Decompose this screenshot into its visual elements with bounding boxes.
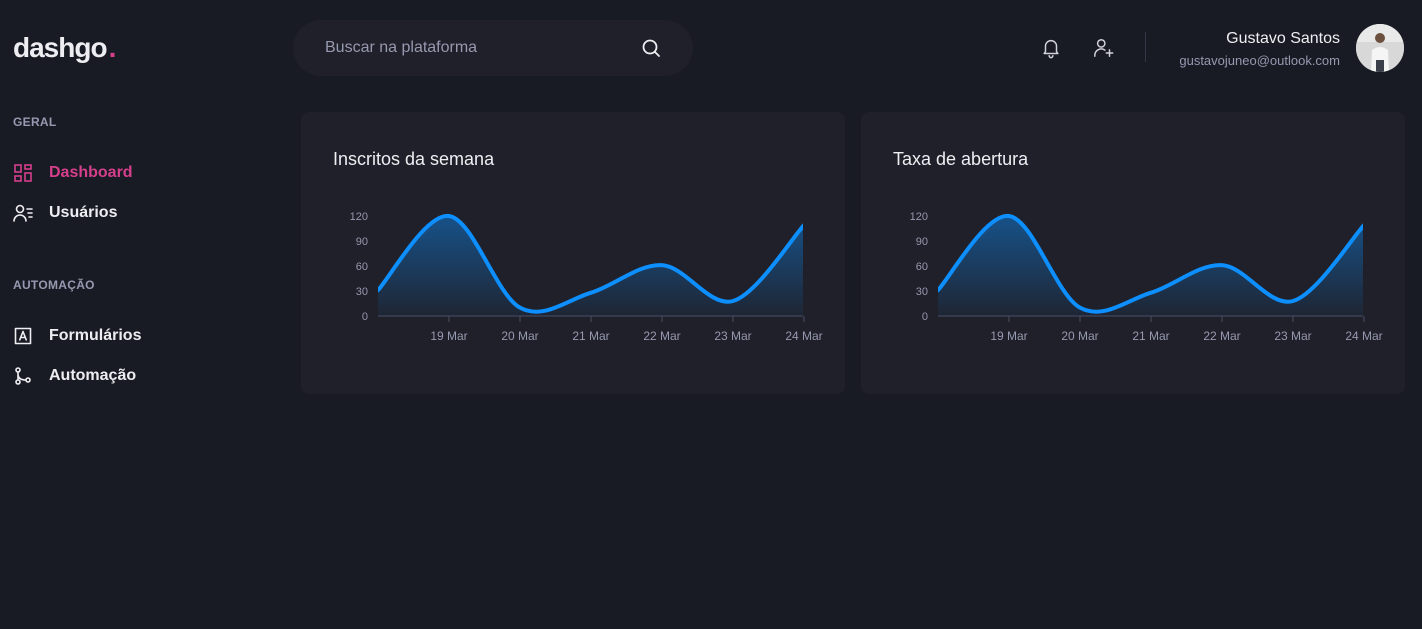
y-tick-label: 120 — [910, 211, 928, 223]
x-tick-label: 22 Mar — [643, 329, 680, 343]
area-fill — [378, 215, 803, 316]
x-tick-label: 22 Mar — [1203, 329, 1240, 343]
x-tick-label: 21 Mar — [1132, 329, 1169, 343]
header-divider — [1145, 32, 1146, 62]
y-tick-label: 120 — [350, 211, 368, 223]
profile-name: Gustavo Santos — [1226, 30, 1340, 47]
form-icon — [13, 326, 33, 346]
y-tick-label: 0 — [922, 311, 928, 323]
sidebar-item-usuarios[interactable]: Usuários — [13, 203, 117, 223]
chart-taxa-abertura: 0 30 60 90 120 19 Mar 20 Mar 21 Mar 22 Mar 23 Mar… — [910, 211, 1383, 343]
x-tick-label: 20 Mar — [501, 329, 538, 343]
x-tick-label: 19 Mar — [990, 329, 1027, 343]
users-icon — [13, 203, 33, 223]
sidebar-item-label: Automação — [49, 367, 137, 384]
x-tick-label: 21 Mar — [572, 329, 609, 343]
sidebar-item-automacao[interactable]: Automação — [13, 366, 136, 386]
search-input[interactable] — [325, 39, 641, 57]
x-tick-label: 19 Mar — [430, 329, 467, 343]
chart-card-taxa-abertura: Taxa de abertura 0 30 60 90 120 19 Mar 20 Mar 2… — [861, 112, 1405, 394]
x-tick-label: 20 Mar — [1061, 329, 1098, 343]
area-fill — [938, 215, 1363, 316]
dashboard-icon — [13, 163, 33, 183]
y-tick-label: 90 — [916, 236, 928, 248]
sidebar-item-label: Formulários — [49, 327, 142, 344]
chart-inscritos: 0 30 60 90 120 19 Mar 20 Mar 21 Mar 22 Mar 23 Mar… — [350, 211, 823, 343]
section-title-automacao: AUTOMAÇÃO — [13, 278, 95, 292]
x-tick-label: 24 Mar — [785, 329, 822, 343]
y-tick-label: 30 — [356, 286, 368, 298]
search-bar — [293, 20, 693, 76]
y-tick-label: 60 — [356, 261, 368, 273]
logo-dot: . — [108, 32, 117, 63]
avatar[interactable] — [1356, 24, 1404, 72]
logo-text: dashgo — [13, 32, 108, 63]
logo[interactable]: dashgo. — [13, 32, 117, 64]
y-tick-label: 30 — [916, 286, 928, 298]
sidebar-item-label: Dashboard — [49, 164, 133, 181]
search-icon[interactable] — [641, 38, 661, 58]
x-tick-label: 23 Mar — [714, 329, 751, 343]
chart-card-inscritos: Inscritos da semana 0 30 60 90 120 19 Mar 20 M… — [301, 112, 845, 394]
sidebar-item-label: Usuários — [49, 204, 118, 221]
add-user-icon[interactable] — [1093, 37, 1115, 59]
x-tick-label: 23 Mar — [1274, 329, 1311, 343]
y-tick-label: 90 — [356, 236, 368, 248]
y-tick-label: 0 — [362, 311, 368, 323]
sidebar-item-dashboard[interactable]: Dashboard — [13, 163, 133, 183]
notifications-icon[interactable] — [1040, 37, 1062, 59]
sidebar-item-formularios[interactable]: Formulários — [13, 326, 141, 346]
git-merge-icon — [13, 366, 33, 386]
x-tick-label: 24 Mar — [1345, 329, 1382, 343]
y-tick-label: 60 — [916, 261, 928, 273]
profile-email: gustavojuneo@outlook.com — [1179, 53, 1340, 68]
header: dashgo. Gustavo Santos gustavojuneo@outl… — [0, 0, 1422, 96]
section-title-geral: GERAL — [13, 115, 57, 129]
